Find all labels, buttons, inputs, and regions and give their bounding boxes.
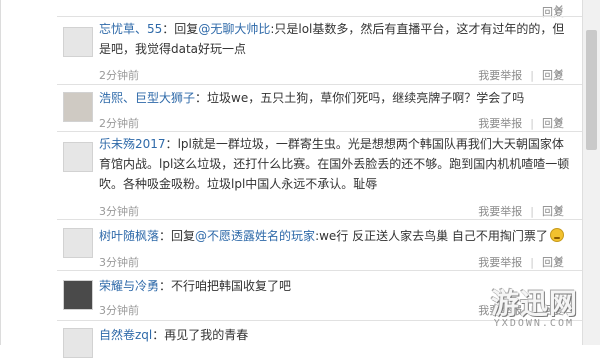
separator: ： [162,22,175,36]
avatar[interactable] [63,328,93,358]
divider [57,131,600,132]
avatar[interactable] [63,92,93,122]
scrollbar[interactable] [582,0,600,345]
action-divider: | [530,256,534,269]
username-link[interactable]: 树叶随枫落 [99,229,159,243]
close-icon[interactable]: ✕ [554,202,564,216]
report-button[interactable]: 我要举报 [478,254,522,270]
action-divider: | [530,205,534,218]
comment-actions: 我要举报 | 回复 [478,302,564,318]
report-button[interactable]: 我要举报 [478,302,522,318]
comment-text: 乐未殇2017：lpl就是一群垃圾，一群寄生虫。光是想想两个韩国队再我们大天朝国… [99,134,572,194]
mention-link[interactable]: @不愿透露姓名的玩家 [195,229,315,243]
timestamp: 3分钟前 [99,304,139,317]
divider [57,320,600,321]
comment-text: 树叶随枫落：回复@不愿透露姓名的玩家:we行 反正送人家去鸟巢 自己不用掏门票了 [99,226,572,246]
close-icon[interactable]: ✕ [554,253,564,267]
timestamp: 2分钟前 [99,117,139,130]
username-link[interactable]: 浩熙、巨型大狮子 [99,91,195,105]
separator: ： [159,229,172,243]
report-button[interactable]: 我要举报 [478,203,522,219]
report-button[interactable]: 我要举报 [478,67,522,83]
reply-prefix: 回复 [174,22,199,36]
close-icon[interactable]: ✕ [554,2,564,16]
timestamp: 3分钟前 [99,205,139,218]
comment-body: 不行咱把韩国收复了吧 [171,279,292,293]
comment-text: 自然卷zql：再见了我的青春 [99,325,572,345]
scrollbar-thumb[interactable] [586,30,597,150]
separator: ： [165,137,178,151]
comment-text: 浩熙、巨型大狮子：垃圾we，五只土狗，草你们死吗，继续亮牌子啊？学会了吗 [99,88,572,108]
comment-text: 荣耀与冷勇：不行咱把韩国收复了吧 [99,276,572,296]
username-link[interactable]: 忘忧草、55 [99,22,162,36]
separator: ： [159,279,172,293]
report-button[interactable]: 我要举报 [478,115,522,131]
avatar[interactable] [63,280,93,310]
comment-actions: 我要举报 | 回复 [478,203,564,219]
username-link[interactable]: 自然卷zql [99,328,152,342]
timestamp: 2分钟前 [99,69,139,82]
divider [57,16,600,17]
divider [57,84,600,85]
close-icon[interactable]: ✕ [554,114,564,128]
separator: ： [195,91,208,105]
comment-actions: 我要举报 | 回复 [478,115,564,131]
comment-body: 垃圾we，五只土狗，草你们死吗，继续亮牌子啊？学会了吗 [207,91,525,105]
comment-body: 再见了我的青春 [164,328,249,342]
divider [57,270,600,271]
mention-link[interactable]: @无聊大帅比 [198,22,270,36]
action-divider: | [530,117,534,130]
comment-text: 忘忧草、55：回复@无聊大帅比:只是lol基数多，然后有直播平台，这才有过年的的… [99,19,572,59]
comment-list: 回复 ✕ 忘忧草、55：回复@无聊大帅比:只是lol基数多，然后有直播平台，这才… [0,0,600,358]
separator: ： [152,328,165,342]
comment-actions: 我要举报 | 回复 [478,254,564,270]
avatar[interactable] [63,27,93,57]
reply-button[interactable]: 回复 [542,302,564,318]
grin-emoji-icon [549,228,564,242]
divider [57,219,600,220]
avatar[interactable] [63,142,93,172]
action-divider: | [530,69,534,82]
close-icon[interactable]: ✕ [554,66,564,80]
username-link[interactable]: 乐未殇2017 [99,137,166,151]
comment-body: :we行 反正送人家去鸟巢 自己不用掏门票了 [315,229,548,243]
comment-actions: 我要举报 | 回复 [478,67,564,83]
username-link[interactable]: 荣耀与冷勇 [99,279,159,293]
action-divider: | [530,304,534,317]
reply-prefix: 回复 [171,229,196,243]
timestamp: 3分钟前 [99,256,139,269]
avatar[interactable] [63,228,93,258]
